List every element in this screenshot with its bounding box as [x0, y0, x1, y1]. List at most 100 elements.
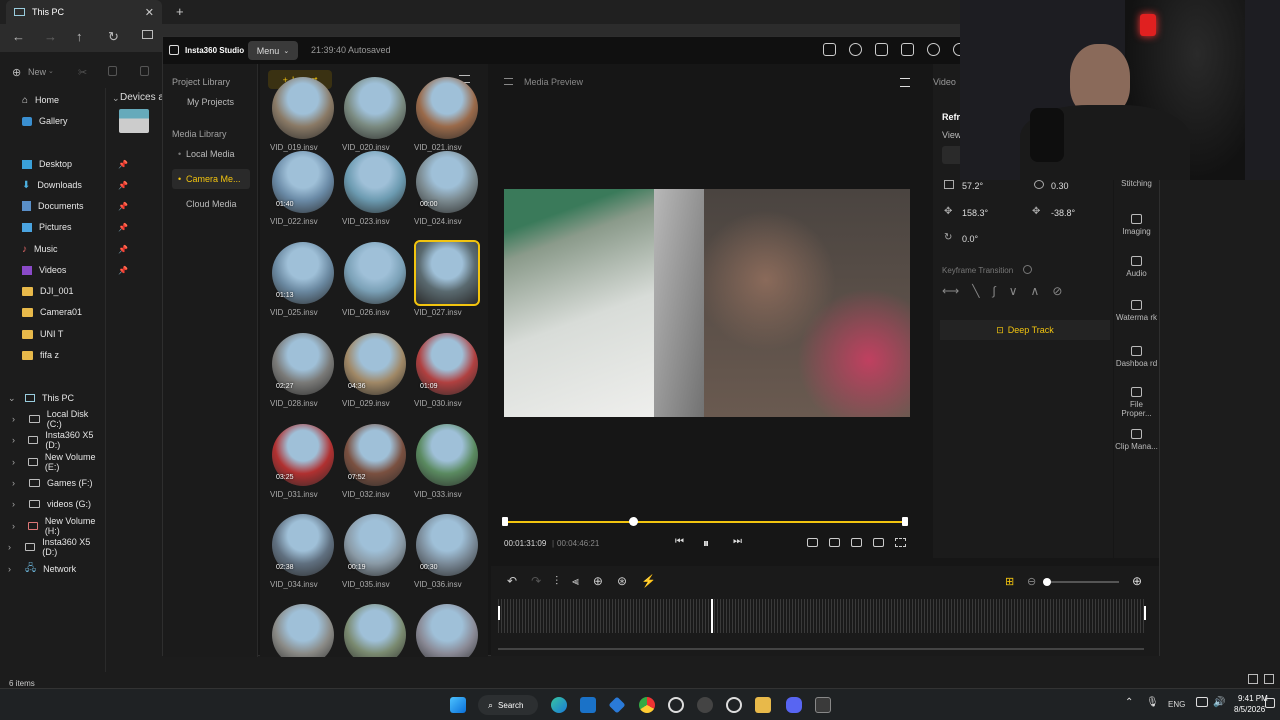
- mail-icon[interactable]: [875, 43, 888, 56]
- tool-waterma-rk[interactable]: Waterma rk: [1114, 300, 1159, 322]
- distortion-value[interactable]: 0.30: [1051, 181, 1069, 191]
- nav-drive-f[interactable]: › Games (F:): [12, 474, 93, 492]
- local-disk-icon[interactable]: [119, 109, 149, 133]
- nav-this-pc[interactable]: ⌄ This PC: [8, 389, 74, 407]
- my-projects-item[interactable]: My Projects: [172, 92, 250, 112]
- tool-clip-mana[interactable]: Clip Mana...: [1114, 429, 1159, 451]
- local-media-item[interactable]: • Local Media: [172, 144, 250, 164]
- nav-home[interactable]: ⌂ Home: [22, 91, 59, 109]
- deep-track-button[interactable]: ⊡ Deep Track: [940, 320, 1110, 340]
- roll-value[interactable]: 0.0°: [962, 234, 978, 244]
- app-icon[interactable]: [608, 696, 626, 714]
- outlook-icon[interactable]: [580, 697, 596, 713]
- back-icon[interactable]: ←: [12, 29, 25, 44]
- discord-icon[interactable]: [786, 697, 802, 713]
- details-view-icon[interactable]: [1248, 674, 1258, 684]
- capcut-icon[interactable]: [668, 697, 684, 713]
- zoom-out-icon[interactable]: ⊖: [1027, 575, 1036, 588]
- subtitles-icon[interactable]: [823, 43, 836, 56]
- ease-peak-icon[interactable]: ∧: [1031, 284, 1040, 298]
- nav-music[interactable]: ♪ Music 📌: [22, 240, 128, 258]
- quality-icon[interactable]: [829, 538, 840, 547]
- tool-stitching[interactable]: Stitching: [1114, 179, 1159, 188]
- cut-icon[interactable]: ✂: [78, 66, 87, 79]
- seek-bar[interactable]: [504, 521, 906, 523]
- nav-drive-c[interactable]: › Local Disk (C:): [12, 409, 105, 429]
- no-transition-icon[interactable]: ⊘: [1052, 284, 1062, 298]
- edit-icon[interactable]: [901, 43, 914, 56]
- trim-icon[interactable]: ⫷: [572, 574, 579, 589]
- undo-icon[interactable]: ↶: [507, 574, 517, 589]
- new-button[interactable]: New: [28, 67, 46, 77]
- camera-media-item[interactable]: • Camera Me...: [172, 169, 250, 189]
- track-start-marker[interactable]: [498, 606, 500, 620]
- fov-value[interactable]: 57.2°: [962, 181, 983, 191]
- ease-v-icon[interactable]: ∨: [1009, 284, 1018, 298]
- chrome-icon[interactable]: [639, 697, 655, 713]
- address-pc-icon[interactable]: [142, 30, 153, 39]
- media-thumbnail[interactable]: [272, 604, 334, 657]
- media-thumbnail[interactable]: [416, 424, 478, 486]
- language-indicator[interactable]: ENG: [1168, 700, 1185, 709]
- notification-icon[interactable]: [1265, 698, 1275, 708]
- media-thumbnail[interactable]: [344, 151, 406, 213]
- zoom-slider[interactable]: [1043, 581, 1119, 583]
- clock-date[interactable]: 8/5/2026: [1234, 705, 1265, 714]
- word-icon[interactable]: [726, 697, 742, 713]
- panel-tab-video[interactable]: Video: [933, 77, 956, 87]
- copy-icon[interactable]: [108, 66, 117, 76]
- nav-insta-drive[interactable]: › Insta360 X5 (D:): [8, 537, 105, 557]
- clock-time[interactable]: 9:41 PM: [1238, 694, 1268, 703]
- media-thumbnail[interactable]: [416, 77, 478, 139]
- timeline-scrollbar[interactable]: [498, 648, 1144, 650]
- fullscreen-icon[interactable]: [895, 538, 906, 547]
- up-icon[interactable]: ↑: [76, 29, 83, 44]
- refresh-icon[interactable]: ↻: [108, 29, 119, 45]
- menu-button[interactable]: Menu ⌄: [248, 41, 298, 60]
- list-icon[interactable]: [504, 78, 513, 85]
- media-thumbnail[interactable]: [414, 240, 480, 306]
- account-icon[interactable]: [927, 43, 940, 56]
- zoom-knob[interactable]: [1043, 578, 1051, 586]
- new-icon[interactable]: ⊕: [12, 66, 21, 79]
- seek-start-handle[interactable]: [502, 517, 508, 526]
- nav-drive-d[interactable]: › Insta360 X5 (D:): [12, 430, 105, 450]
- mic-icon[interactable]: 🎙: [1146, 697, 1159, 708]
- nav-drive-h[interactable]: › New Volume (H:): [12, 516, 105, 536]
- video-frame[interactable]: [504, 189, 910, 417]
- forward-icon[interactable]: →: [44, 29, 57, 44]
- nav-videos[interactable]: Videos 📌: [22, 261, 128, 279]
- viewpoint-icon[interactable]: [851, 538, 862, 547]
- file-explorer-icon[interactable]: [755, 697, 771, 713]
- ease-out-icon[interactable]: ∫: [992, 284, 995, 298]
- cloud-media-item[interactable]: Cloud Media: [172, 194, 250, 214]
- help-icon[interactable]: [849, 43, 862, 56]
- 4k-downloader-icon[interactable]: [697, 697, 713, 713]
- nav-drive-e[interactable]: › New Volume (E:): [12, 452, 105, 472]
- taskbar-search[interactable]: ⌕ Search: [478, 695, 538, 715]
- nav-downloads[interactable]: ⬇ Downloads 📌: [22, 176, 128, 194]
- tool-file-proper[interactable]: File Proper...: [1114, 387, 1159, 418]
- tiles-view-icon[interactable]: [1264, 674, 1274, 684]
- track-end-marker[interactable]: [1144, 606, 1146, 620]
- media-thumbnail[interactable]: [344, 604, 406, 657]
- prev-frame-icon[interactable]: ⏮: [675, 536, 684, 547]
- tool-dashboa-rd[interactable]: Dashboa rd: [1114, 346, 1159, 368]
- nav-folder-camera01[interactable]: Camera01: [22, 303, 82, 321]
- new-tab-icon[interactable]: +: [176, 4, 184, 19]
- snapshot-icon[interactable]: [873, 538, 884, 547]
- start-icon[interactable]: [450, 697, 466, 713]
- nav-gallery[interactable]: Gallery: [22, 112, 68, 130]
- seek-end-handle[interactable]: [902, 517, 908, 526]
- media-thumbnail[interactable]: [344, 77, 406, 139]
- paste-icon[interactable]: [140, 66, 149, 76]
- zoom-in-icon[interactable]: ⊕: [1132, 574, 1142, 588]
- pan-value[interactable]: 158.3°: [962, 208, 988, 218]
- ai-edit-icon[interactable]: ⊛: [617, 574, 627, 589]
- add-keyframe-icon[interactable]: ⊕: [593, 574, 603, 589]
- tray-chevron-icon[interactable]: ⌃: [1125, 697, 1133, 708]
- speed-icon[interactable]: ⚡: [641, 574, 656, 589]
- nav-folder-dji[interactable]: DJI_001: [22, 282, 74, 300]
- media-thumbnail[interactable]: [416, 604, 478, 657]
- pause-icon[interactable]: ⏸: [703, 536, 709, 551]
